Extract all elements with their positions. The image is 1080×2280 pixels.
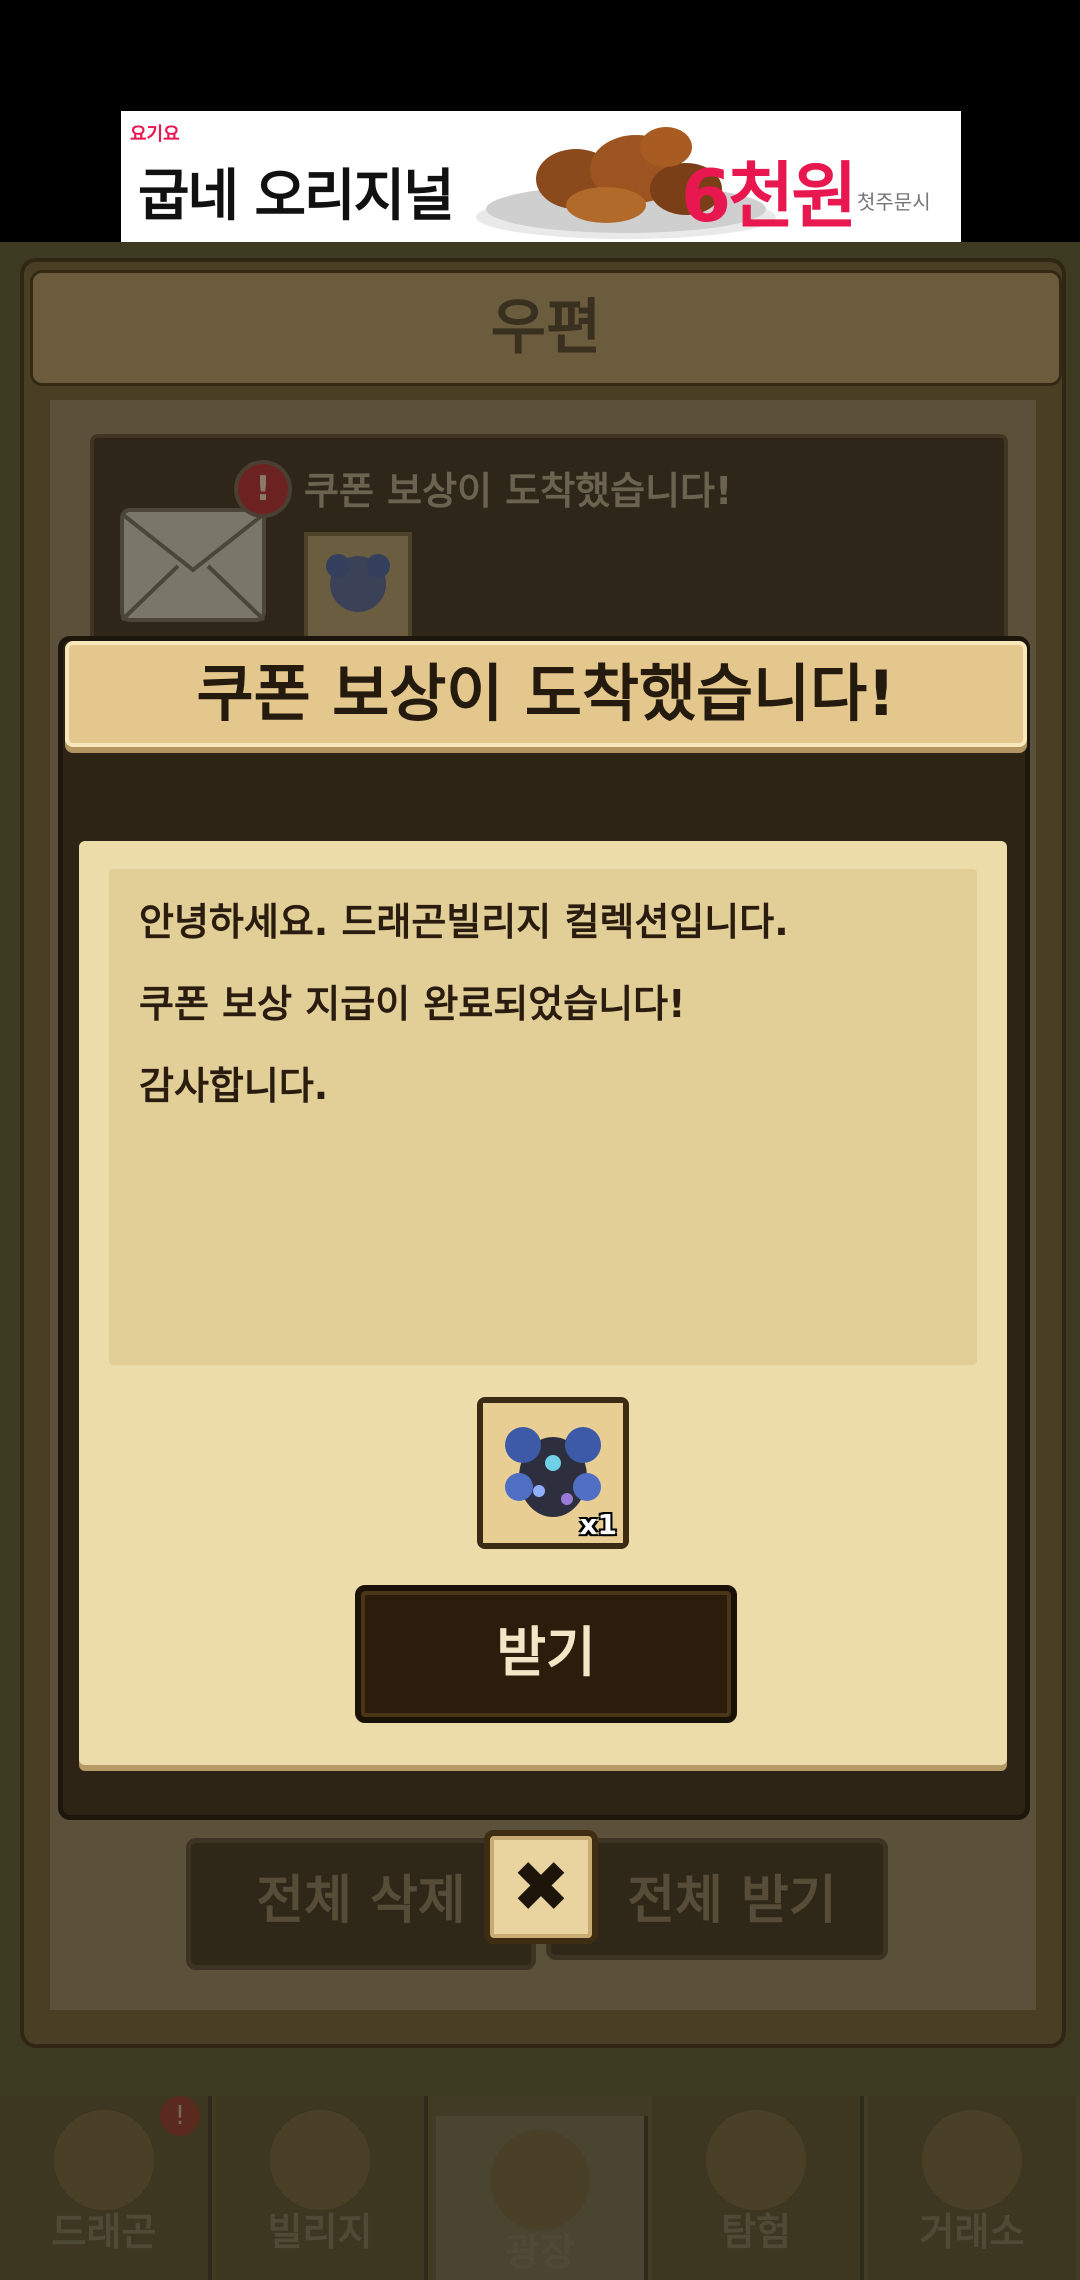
tab-explore[interactable]: 탐험 — [652, 2096, 864, 2280]
ad-brand: 요기요 — [130, 124, 180, 145]
dialog-close-button[interactable]: ✖ — [484, 1830, 598, 1944]
dialog-header: 쿠폰 보상이 도착했습니다! — [65, 641, 1027, 747]
tab-label: 빌리지 — [267, 2210, 373, 2254]
message-line: 감사합니다. — [139, 1064, 329, 1108]
mail-item-reward — [304, 532, 412, 640]
message-line: 쿠폰 보상 지급이 완료되었습니다! — [139, 982, 686, 1026]
ad-note: 첫주문시 — [857, 190, 931, 214]
mail-header: 우편 — [30, 270, 1062, 386]
tab-dragon[interactable]: ! 드래곤 — [0, 2096, 212, 2280]
message-box: 안녕하세요. 드래곤빌리지 컬렉션입니다. 쿠폰 보상 지급이 완료되었습니다!… — [109, 869, 977, 1365]
mail-title: 우편 — [490, 293, 602, 363]
tab-exchange[interactable]: 거래소 — [868, 2096, 1076, 2280]
tab-label: 탐험 — [721, 2210, 791, 2254]
coupon-reward-dialog: 쿠폰 보상이 도착했습니다! 안녕하세요. 드래곤빌리지 컬렉션입니다. 쿠폰 … — [58, 636, 1030, 1820]
dialog-title: 쿠폰 보상이 도착했습니다! — [196, 657, 896, 730]
tab-label: 거래소 — [919, 2210, 1025, 2254]
reward-count: x1 — [579, 1508, 617, 1541]
exchange-icon — [922, 2110, 1022, 2210]
mail-item-title: 쿠폰 보상이 도착했습니다! — [304, 469, 733, 513]
receive-button[interactable]: 받기 — [355, 1585, 737, 1723]
ad-banner[interactable]: 요기요 굽네 오리지널 6천원 첫주문시 — [121, 111, 961, 242]
village-icon — [270, 2110, 370, 2210]
dragon-icon — [54, 2110, 154, 2210]
new-mail-badge: ! — [234, 460, 292, 518]
message-line: 안녕하세요. 드래곤빌리지 컬렉션입니다. — [139, 900, 789, 944]
bottom-nav: ! 드래곤 빌리지 광장 탐험 거래소 — [0, 2096, 1080, 2280]
tab-village[interactable]: 빌리지 — [216, 2096, 428, 2280]
dragon-egg-icon — [326, 554, 390, 612]
tab-dragon-badge: ! — [160, 2096, 200, 2136]
tab-label: 광장 — [505, 2230, 575, 2274]
tab-label: 드래곤 — [51, 2210, 157, 2254]
close-icon: ✖ — [511, 1846, 571, 1928]
reward-item[interactable]: x1 — [477, 1397, 629, 1549]
ad-title: 굽네 오리지널 — [138, 164, 455, 229]
dialog-content: 안녕하세요. 드래곤빌리지 컬렉션입니다. 쿠폰 보상 지급이 완료되었습니다!… — [79, 841, 1007, 1765]
mail-list-item[interactable]: ! 쿠폰 보상이 도착했습니다! — [90, 434, 1008, 652]
tab-plaza[interactable]: 광장 — [436, 2116, 648, 2280]
ad-price: 6천원 — [681, 154, 858, 238]
plaza-icon — [490, 2130, 590, 2230]
compass-icon — [706, 2110, 806, 2210]
